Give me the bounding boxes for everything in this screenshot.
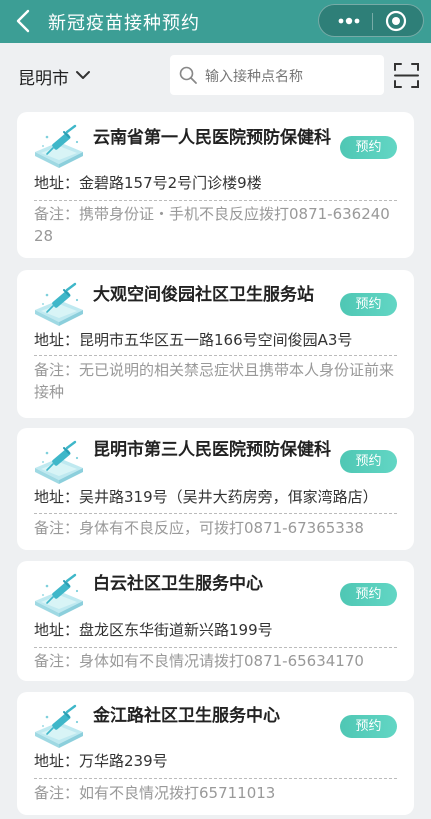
site-card[interactable]: 云南省第一人民医院预防保健科 预约 地址：金碧路157号2号门诊楼9楼 备注：携…: [17, 112, 414, 258]
book-button[interactable]: 预约: [340, 136, 397, 159]
vaccine-icon: [33, 282, 85, 330]
mini-program-capsule: [318, 4, 424, 37]
vaccine-icon: [33, 573, 85, 621]
dashed-divider: [34, 355, 397, 356]
dashed-divider: [34, 647, 397, 648]
site-note: 备注：身体有不良反应，可拨打0871-67365338: [34, 519, 364, 537]
close-target-icon[interactable]: [385, 10, 407, 32]
site-note: 备注：无已说明的相关禁忌症状且携带本人身份证前来接种: [34, 361, 395, 401]
site-card[interactable]: 昆明市第三人民医院预防保健科 预约 地址：吴井路319号（吴井大药房旁，佴家湾路…: [17, 428, 414, 550]
nav-bar: 新冠疫苗接种预约: [0, 0, 431, 43]
book-button[interactable]: 预约: [340, 583, 397, 606]
book-button[interactable]: 预约: [340, 293, 397, 316]
back-arrow-icon[interactable]: [12, 7, 36, 35]
site-name: 大观空间俊园社区卫生服务站: [93, 285, 314, 305]
site-address: 地址：金碧路157号2号门诊楼9楼: [34, 174, 262, 192]
more-dots-icon[interactable]: [335, 14, 363, 28]
site-address: 地址：昆明市五华区五一路166号空间俊园A3号: [34, 331, 353, 349]
search-icon: [179, 66, 197, 84]
dashed-divider: [34, 200, 397, 201]
site-note: 备注：如有不良情况拨打65711013: [34, 784, 276, 802]
search-placeholder: 输入接种点名称: [205, 69, 303, 85]
site-address: 地址：盘龙区东华街道新兴路199号: [34, 621, 273, 639]
vaccine-icon: [33, 704, 85, 752]
scan-icon[interactable]: [393, 62, 420, 89]
chevron-down-icon[interactable]: [75, 68, 91, 82]
book-button[interactable]: 预约: [340, 715, 397, 738]
site-card[interactable]: 金江路社区卫生服务中心 预约 地址：万华路239号 备注：如有不良情况拨打657…: [17, 692, 414, 815]
site-name: 昆明市第三人民医院预防保健科: [93, 440, 331, 460]
page-title: 新冠疫苗接种预约: [48, 13, 200, 34]
site-address: 地址：吴井路319号（吴井大药房旁，佴家湾路店）: [34, 488, 378, 506]
book-button[interactable]: 预约: [340, 450, 397, 473]
capsule-divider: [372, 13, 373, 30]
dashed-divider: [34, 778, 397, 779]
dashed-divider: [34, 513, 397, 514]
site-name: 白云社区卫生服务中心: [93, 574, 263, 594]
site-note: 备注：身体如有不良情况请拨打0871-65634170: [34, 652, 364, 670]
site-name: 金江路社区卫生服务中心: [93, 706, 280, 726]
site-note: 备注：携带身份证・手机不良反应拨打0871-63624028: [34, 205, 390, 245]
vaccine-icon: [33, 440, 85, 488]
site-name: 云南省第一人民医院预防保健科: [93, 128, 331, 148]
search-input[interactable]: 输入接种点名称: [170, 55, 384, 95]
city-selector[interactable]: 昆明市: [18, 64, 69, 89]
vaccine-icon: [33, 124, 85, 172]
site-address: 地址：万华路239号: [34, 752, 168, 770]
site-card[interactable]: 白云社区卫生服务中心 预约 地址：盘龙区东华街道新兴路199号 备注：身体如有不…: [17, 561, 414, 681]
site-card[interactable]: 大观空间俊园社区卫生服务站 预约 地址：昆明市五华区五一路166号空间俊园A3号…: [17, 270, 414, 418]
